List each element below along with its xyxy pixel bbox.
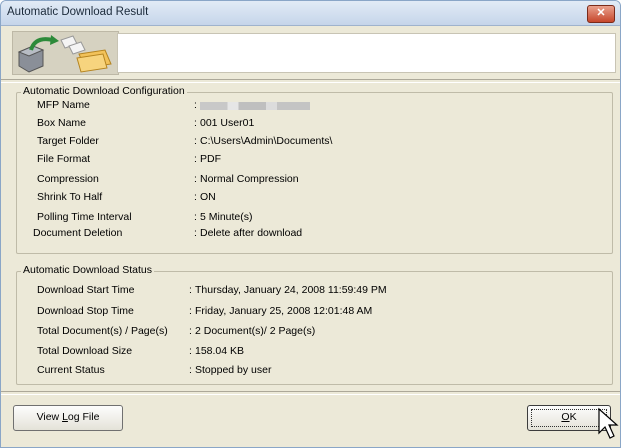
start-time-value: Thursday, January 24, 2008 11:59:49 PM — [195, 284, 387, 296]
colon: : — [194, 153, 197, 165]
target-folder-label: Target Folder — [37, 135, 99, 147]
total-documents-label: Total Document(s) / Page(s) — [37, 325, 168, 337]
total-size-label: Total Download Size — [37, 345, 133, 357]
compression-label: Compression — [37, 173, 99, 185]
mfp-name-label: MFP Name — [37, 99, 90, 111]
start-time-label: Download Start Time — [37, 284, 135, 296]
window-title: Automatic Download Result — [7, 6, 149, 18]
compression-value: Normal Compression — [200, 173, 299, 185]
stop-time-label: Download Stop Time — [37, 305, 134, 317]
colon: : — [194, 191, 197, 203]
mfp-name-value — [200, 99, 310, 113]
colon: : — [194, 227, 197, 239]
focus-rect — [531, 409, 607, 427]
view-log-suffix: og File — [67, 411, 100, 423]
current-status-label: Current Status — [37, 364, 105, 376]
view-log-prefix: View — [36, 411, 63, 423]
file-format-label: File Format — [37, 153, 91, 165]
configuration-legend: Automatic Download Configuration — [21, 85, 187, 97]
box-name-value: 001 User01 — [200, 117, 255, 129]
colon: : — [189, 284, 192, 296]
polling-interval-value: 5 Minute(s) — [200, 211, 253, 223]
shrink-to-half-value: ON — [200, 191, 216, 203]
total-size-value: 158.04 KB — [195, 345, 245, 357]
configuration-group: Automatic Download Configuration MFP Nam… — [16, 85, 613, 254]
colon: : — [194, 173, 197, 185]
printer-to-folder-icon — [17, 35, 112, 73]
banner-panel — [117, 33, 616, 73]
document-deletion-value: Delete after download — [200, 227, 303, 239]
shrink-to-half-label: Shrink To Half — [37, 191, 103, 203]
colon: : — [189, 325, 192, 337]
footer-separator — [1, 391, 620, 395]
title-bar[interactable]: Automatic Download Result ✕ — [1, 1, 620, 26]
target-folder-value: C:\Users\Admin\Documents\ — [200, 135, 333, 147]
view-log-file-button[interactable]: View Log File — [13, 405, 123, 431]
polling-interval-label: Polling Time Interval — [37, 211, 132, 223]
redacted-value — [200, 102, 310, 110]
document-deletion-label: Document Deletion — [33, 227, 123, 239]
colon: : — [194, 99, 197, 111]
colon: : — [194, 211, 197, 223]
colon: : — [189, 305, 192, 317]
colon: : — [194, 117, 197, 129]
header-separator — [1, 79, 620, 83]
status-group: Automatic Download Status Download Start… — [16, 264, 613, 385]
colon: : — [194, 135, 197, 147]
total-documents-value: 2 Document(s)/ 2 Page(s) — [195, 325, 316, 337]
download-logo — [12, 31, 119, 75]
status-legend: Automatic Download Status — [21, 264, 154, 276]
mouse-pointer-icon — [598, 407, 619, 439]
stop-time-value: Friday, January 25, 2008 12:01:48 AM — [195, 305, 373, 317]
colon: : — [189, 364, 192, 376]
file-format-value: PDF — [200, 153, 221, 165]
box-name-label: Box Name — [37, 117, 87, 129]
download-result-window: Automatic Download Result ✕ Automatic Do… — [0, 0, 621, 448]
close-icon[interactable]: ✕ — [587, 5, 615, 23]
colon: : — [189, 345, 192, 357]
current-status-value: Stopped by user — [195, 364, 272, 376]
